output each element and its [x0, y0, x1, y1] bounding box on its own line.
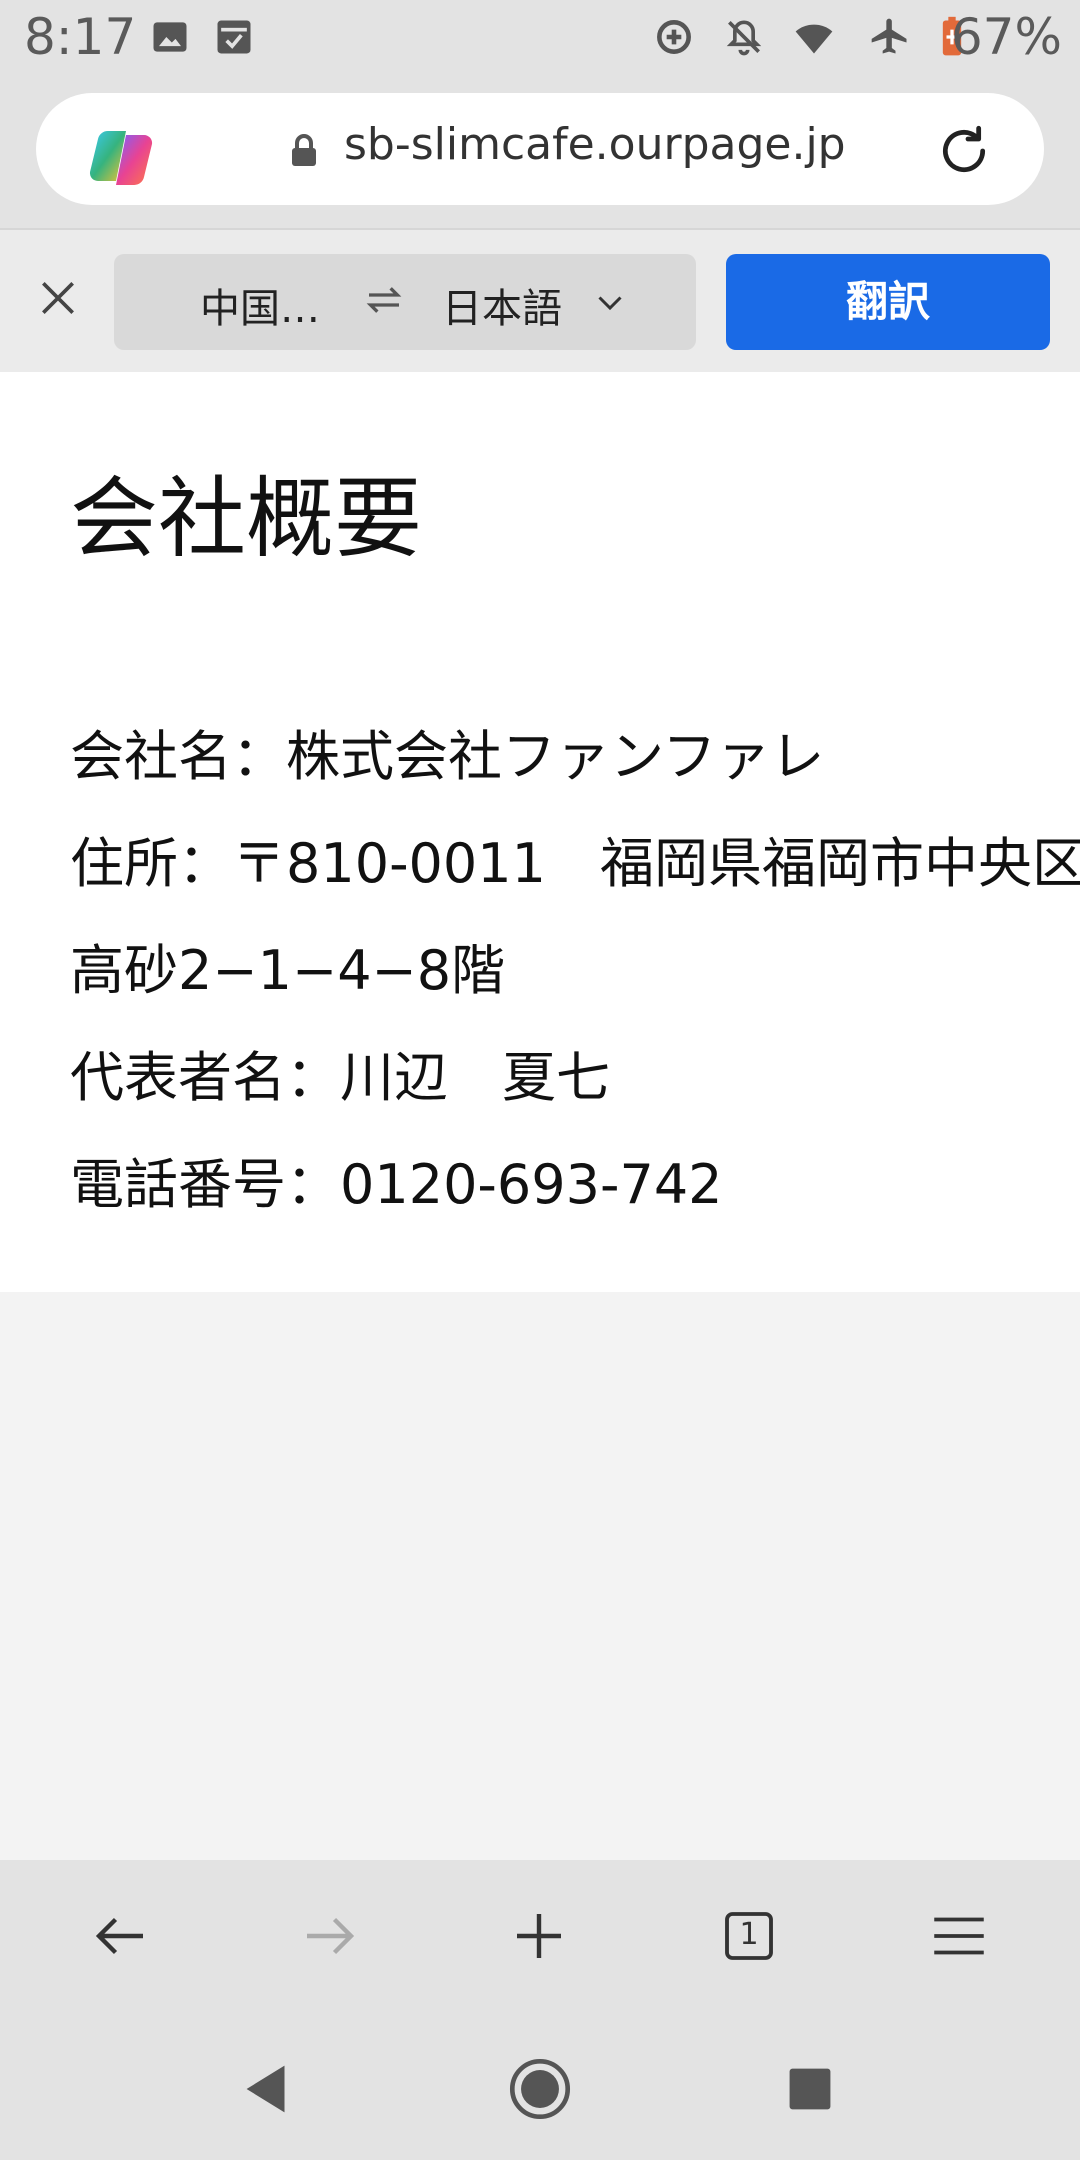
status-bar: 8:17 67% [0, 0, 1080, 76]
representative-line: 代表者名：川辺 夏七 [70, 1046, 610, 1109]
translate-button[interactable]: 翻訳 [726, 254, 1050, 350]
lock-icon [292, 134, 316, 166]
phone-line: 電話番号：0120-693-742 [70, 1153, 723, 1216]
language-selector[interactable]: 中国… 日本語 [114, 254, 696, 350]
data-saver-icon [657, 20, 691, 54]
back-arrow-icon[interactable] [88, 1903, 154, 1969]
browser-toolbar: sb-slimcafe.ourpage.jp [0, 76, 1080, 228]
new-tab-plus-icon[interactable] [506, 1903, 572, 1969]
battery-percentage: 67% [950, 8, 1062, 66]
reload-icon[interactable] [932, 119, 996, 183]
wifi-icon [795, 24, 833, 54]
close-icon[interactable] [36, 276, 80, 320]
page-title: 会社概要 [70, 467, 423, 570]
forward-arrow-icon[interactable] [296, 1903, 362, 1969]
status-time: 8:17 [24, 8, 137, 66]
system-back-icon[interactable] [232, 2054, 302, 2124]
target-language[interactable]: 日本語 [442, 276, 562, 334]
airplane-icon [871, 18, 907, 54]
copilot-logo-icon[interactable] [86, 123, 156, 193]
url-text[interactable]: sb-slimcafe.ourpage.jp [344, 119, 846, 170]
page-content: 会社概要 会社名：株式会社ファンファレ 住所：〒810-0011 福岡県福岡市中… [0, 372, 1080, 1292]
chevron-down-icon[interactable] [592, 284, 628, 320]
bell-off-icon [726, 20, 762, 56]
company-name-line: 会社名：株式会社ファンファレ [70, 725, 825, 788]
address-line-2: 高砂2−1−4−8階 [70, 939, 506, 1002]
system-recents-icon[interactable] [775, 2054, 845, 2124]
system-navigation [0, 2014, 1080, 2160]
address-line: 住所：〒810-0011 福岡県福岡市中央区 [70, 832, 1080, 895]
swap-icon [366, 287, 402, 313]
tab-count: 1 [739, 1917, 759, 1952]
source-language[interactable]: 中国… [200, 276, 320, 334]
menu-icon[interactable] [926, 1903, 992, 1969]
system-home-icon[interactable] [505, 2054, 575, 2124]
translate-bar: 中国… 日本語 翻訳 [0, 228, 1080, 372]
tabs-button[interactable]: 1 [716, 1903, 782, 1969]
bottom-navigation: 1 [0, 1860, 1080, 2014]
address-bar[interactable]: sb-slimcafe.ourpage.jp [36, 93, 1044, 205]
image-icon [153, 22, 187, 52]
calendar-check-icon [217, 20, 251, 54]
